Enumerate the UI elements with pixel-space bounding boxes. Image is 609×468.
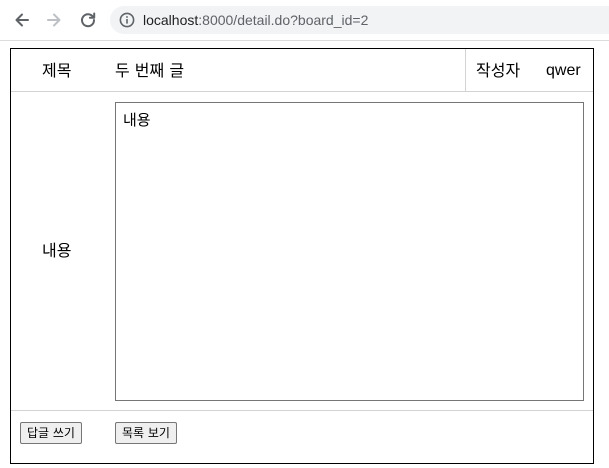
row-divider [11,91,593,92]
title-label: 제목 [42,61,72,80]
page-content: 제목 두 번째 글 작성자 qwer 내용 내용 답글 쓰기 목록 보기 [0,40,609,468]
info-icon[interactable] [119,12,135,28]
forward-button[interactable] [42,8,66,32]
back-button[interactable] [10,8,34,32]
url-path: :8000/detail.do?board_id=2 [198,12,369,28]
content-label: 내용 [42,241,72,260]
arrow-left-icon [15,13,29,27]
row-divider [11,410,593,411]
arrow-right-icon [47,13,61,27]
url-text[interactable]: localhost:8000/detail.do?board_id=2 [143,12,368,28]
reload-icon [81,12,96,28]
column-divider [465,49,466,91]
url-host: localhost [143,12,199,28]
author-value: qwer [546,62,581,79]
reload-button[interactable] [76,8,100,32]
reply-button[interactable]: 답글 쓰기 [20,422,82,444]
list-button[interactable]: 목록 보기 [115,422,177,444]
address-bar[interactable]: localhost:8000/detail.do?board_id=2 [110,6,609,34]
author-label: 작성자 [476,61,521,80]
post-detail-table: 제목 두 번째 글 작성자 qwer 내용 내용 답글 쓰기 목록 보기 [10,48,594,464]
title-value: 두 번째 글 [115,61,185,80]
browser-toolbar: localhost:8000/detail.do?board_id=2 [0,0,609,41]
content-textarea[interactable]: 내용 [115,102,584,401]
